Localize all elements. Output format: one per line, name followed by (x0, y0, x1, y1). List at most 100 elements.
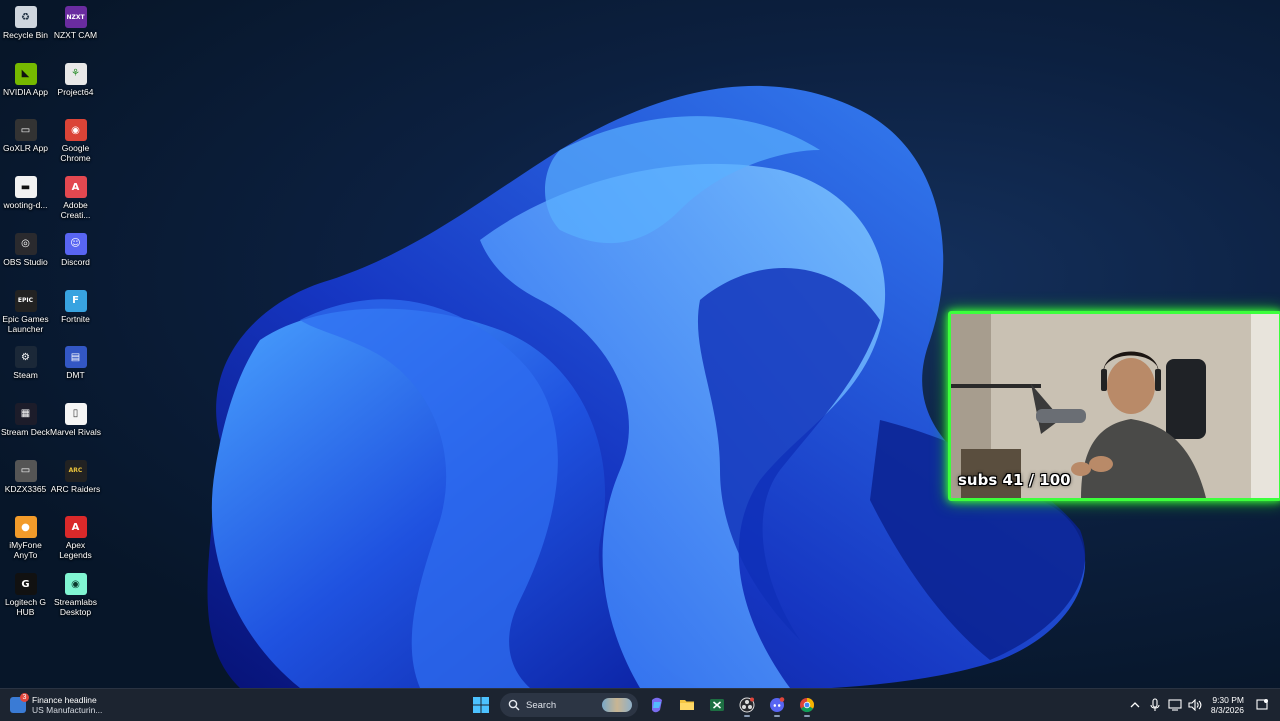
discord-taskbar-button[interactable] (764, 692, 790, 718)
apex-legends-icon: A (64, 516, 87, 539)
taskbar-center: Search (466, 692, 822, 718)
keyboard-icon: ▭ (14, 459, 37, 482)
chevron-up-icon (1130, 702, 1140, 708)
clock-time: 9:30 PM (1212, 695, 1244, 705)
desktop-icon-label: GoXLR App (3, 143, 48, 154)
project64-icon: ⚘ (64, 62, 87, 85)
desktop-icon-nzxt-cam[interactable]: NZXT NZXT CAM (50, 0, 101, 40)
marvel-rivals-icon: ▯ (64, 402, 87, 425)
file-explorer-icon (680, 700, 694, 710)
notifications-button[interactable] (1254, 697, 1270, 713)
taskbar: 3 Finance headline US Manufacturin... Se… (0, 688, 1280, 721)
stream-deck-icon: ▦ (14, 402, 37, 425)
desktop-icon-google-chrome[interactable]: ◉ Google Chrome (50, 113, 101, 163)
file-explorer-button[interactable] (674, 692, 700, 718)
copilot-icon (652, 697, 662, 713)
desktop-icon-label: Marvel Rivals (50, 426, 102, 437)
desktop-icon-kdzx3365[interactable]: ▭ KDZX3365 (0, 454, 51, 494)
desktop-icon-label: Epic Games Launcher (2, 313, 49, 334)
search-label: Search (526, 699, 557, 711)
desktop-icon-label: Discord (61, 256, 90, 267)
search-icon (508, 699, 520, 711)
desktop-icon-label: wooting-d... (3, 200, 48, 211)
notification-bell-icon (1256, 699, 1268, 710)
start-icon (473, 697, 489, 713)
obs-icon: ◎ (14, 232, 37, 255)
desktop-icon-label: KDZX3365 (4, 483, 47, 494)
chrome-taskbar-button[interactable] (794, 692, 820, 718)
wooting-icon: ▬ (14, 176, 37, 199)
desktop-icon-steam[interactable]: ⚙ Steam (0, 340, 51, 380)
desktop-icon-label: Project64 (57, 86, 94, 97)
widget-headline: Finance headline (32, 695, 97, 705)
show-hidden-icons-button[interactable] (1127, 697, 1143, 713)
desktop-icon-nvidia-app[interactable]: ◣ NVIDIA App (0, 57, 51, 97)
network-button[interactable] (1167, 697, 1183, 713)
clock-date: 8/3/2026 (1210, 705, 1244, 715)
desktop-icon-apex-legends[interactable]: A Apex Legends (50, 510, 101, 560)
desktop-icon-label: ARC Raiders (50, 483, 101, 494)
desktop-icon-label: DMT (66, 370, 85, 381)
excel-icon (710, 699, 724, 711)
desktop-icon-label: Logitech G HUB (4, 597, 47, 617)
desktop-icon-dmt[interactable]: ▤ DMT (50, 340, 101, 380)
desktop-icon-label: Recycle Bin (3, 30, 48, 40)
subs-counter: subs 41 / 100 (958, 471, 1071, 489)
desktop-icon-label: OBS Studio (3, 256, 48, 267)
desktop-icon-stream-deck[interactable]: ▦ Stream Deck (0, 397, 51, 437)
widget-subline: US Manufacturin... (32, 705, 103, 715)
desktop-icon-fortnite[interactable]: F Fortnite (50, 284, 101, 324)
desktop-icon-label: Google Chrome (60, 143, 91, 164)
desktop-icon-adobe-creati[interactable]: A Adobe Creati... (50, 170, 101, 220)
desktop-icon-discord[interactable]: ☺ Discord (50, 227, 101, 267)
desktop-icon-logitech-g-hub[interactable]: G Logitech G HUB (0, 567, 51, 617)
microphone-icon (1150, 698, 1160, 711)
excel-button[interactable] (704, 692, 730, 718)
desktop-icon-imyfone-anyto[interactable]: ● iMyFone AnyTo (0, 510, 51, 560)
news-widget[interactable]: 3 Finance headline US Manufacturin... (10, 692, 102, 718)
desktop-icon-obs-studio[interactable]: ◎ OBS Studio (0, 227, 51, 267)
webcam-overlay: subs 41 / 100 (948, 311, 1280, 501)
epic-games-icon: EPIC (14, 289, 37, 312)
desktop-icon-label: Apex Legends (59, 540, 92, 561)
volume-icon (1188, 699, 1202, 711)
desktop-icon-recycle-bin[interactable]: ♻ Recycle Bin (0, 0, 51, 40)
nzxt-cam-icon: NZXT (64, 6, 87, 28)
desktop-icon-label: Fortnite (61, 313, 90, 324)
fortnite-icon: F (64, 289, 87, 312)
steam-icon: ⚙ (14, 346, 37, 369)
logitech-ghub-icon: G (14, 573, 37, 595)
desktop-icon-project64[interactable]: ⚘ Project64 (50, 57, 101, 97)
discord-icon: ☺ (64, 232, 87, 255)
desktop-icon-marvel-rivals[interactable]: ▯ Marvel Rivals (50, 397, 101, 437)
clock[interactable]: 9:30 PM 8/3/2026 (1211, 695, 1244, 715)
desktop-icon-wooting-d[interactable]: ▬ wooting-d... (0, 170, 51, 210)
adobe-creative-cloud-icon: A (64, 176, 87, 199)
obs-taskbar-button[interactable] (734, 692, 760, 718)
chrome-icon: ◉ (64, 119, 87, 142)
desktop-icon-arc-raiders[interactable]: ARC ARC Raiders (50, 454, 101, 494)
volume-button[interactable] (1187, 697, 1203, 713)
chrome-taskbar-icon (800, 698, 815, 713)
recycle-bin-icon: ♻ (14, 6, 37, 28)
microphone-button[interactable] (1147, 697, 1163, 713)
desktop-icon-label: Streamlabs Desktop (54, 597, 97, 617)
nvidia-icon: ◣ (14, 62, 37, 85)
desktop-icon-epic-games-launcher[interactable]: EPIC Epic Games Launcher (0, 284, 51, 334)
desktop-icon-label: Steam (13, 370, 38, 381)
start-button[interactable] (468, 692, 494, 718)
desktop-icon-label: Stream Deck (0, 426, 51, 437)
desktop-icon-label: iMyFone AnyTo (9, 540, 42, 561)
desktop-icon-goxlr-app[interactable]: ▭ GoXLR App (0, 113, 51, 153)
notification-badge: 3 (20, 693, 29, 702)
system-tray: 9:30 PM 8/3/2026 (1125, 692, 1272, 718)
taskbar-search[interactable]: Search (500, 693, 638, 717)
goxlr-icon: ▭ (14, 119, 37, 142)
desktop-icon-label: NVIDIA App (3, 86, 48, 97)
widgets-icon: 3 (10, 693, 29, 713)
copilot-button[interactable] (644, 692, 670, 718)
streamlabs-icon: ◉ (64, 573, 87, 595)
discord-taskbar-icon (770, 697, 785, 712)
desktop-icon-label: Adobe Creati... (60, 200, 91, 221)
desktop-icon-streamlabs-desktop[interactable]: ◉ Streamlabs Desktop (50, 567, 101, 617)
